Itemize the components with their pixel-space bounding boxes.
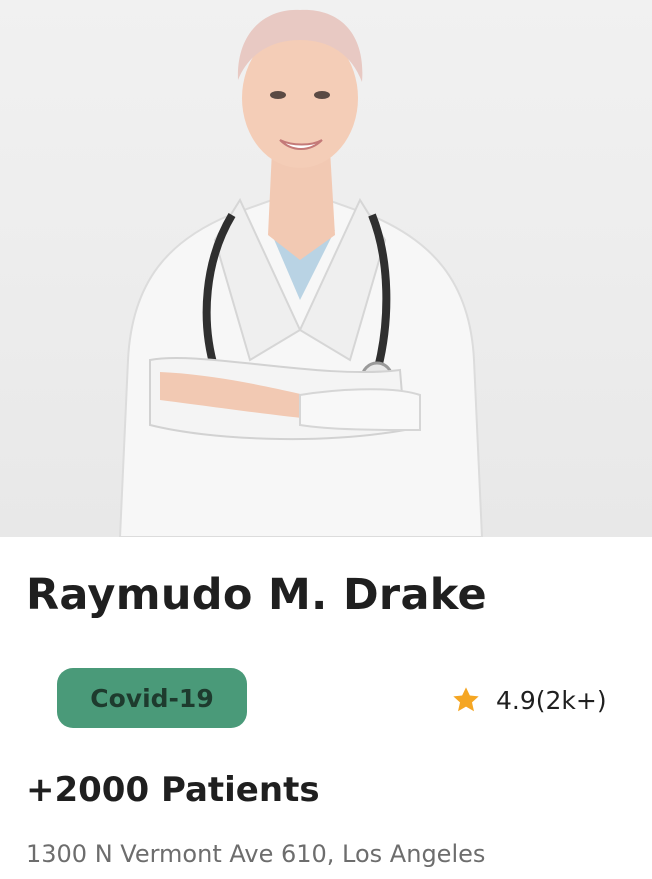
patient-count: +2000 Patients [26,770,320,810]
star-icon [453,687,479,712]
rating: 4.9(2k+) [450,680,607,720]
doctor-photo [0,0,652,537]
doctor-name: Raymudo M. Drake [26,570,487,620]
rating-value: 4.9(2k+) [496,685,607,715]
specialty-badge[interactable]: Covid-19 [57,668,247,728]
address: 1300 N Vermont Ave 610, Los Angeles [26,840,486,868]
doctor-card[interactable]: Raymudo M. Drake Covid-19 4.9(2k+) +2000… [0,0,652,879]
